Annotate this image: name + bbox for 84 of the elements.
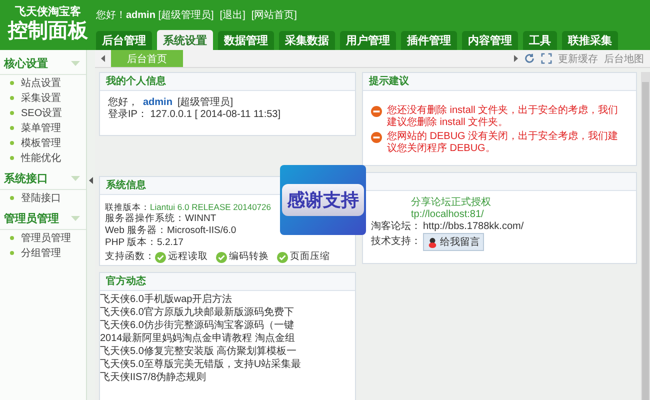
news-link[interactable]: 飞天侠5.0至尊版完美无错版，支持U站采集最	[100, 358, 355, 371]
person-icon	[427, 236, 438, 248]
toolbar-link[interactable]: 更新缓存	[558, 52, 598, 66]
sidebar-item[interactable]: 站点设置	[21, 76, 61, 90]
news-link[interactable]: 2014最新阿里妈妈淘点金申请教程 淘点金组	[100, 332, 355, 345]
warning-icon	[371, 106, 382, 117]
sidebar-item[interactable]: 分组管理	[21, 246, 61, 260]
nav-tab[interactable]: 联推采集	[562, 31, 618, 50]
login-info: 登录IP： 127.0.0.1 [ 2014-08-11 11:53]	[108, 109, 282, 121]
info-value: 5.2.17	[157, 237, 184, 249]
bullet-icon	[10, 80, 14, 84]
news-link[interactable]: 飞天侠6.0官方原版九块邮最新版源码免费下	[100, 306, 355, 319]
sidebar-group-title[interactable]: 管理员管理	[4, 211, 59, 226]
panel-title: 我的个人信息	[100, 73, 355, 91]
sidebar-item[interactable]: SEO设置	[21, 106, 62, 120]
logo-title: 控制面板	[8, 19, 88, 43]
panel-title: 官方动态	[100, 273, 355, 291]
nav-tab[interactable]: 用户管理	[340, 31, 396, 50]
right-arrow-icon[interactable]	[514, 55, 518, 62]
nav-tab[interactable]: 数据管理	[218, 31, 274, 50]
info-label: 技术支持：	[371, 236, 421, 248]
feature-label: 远程读取	[168, 251, 208, 263]
news-link[interactable]: 飞天侠IIS7/8伪静态规则	[100, 371, 355, 384]
info-link[interactable]: 分享论坛正式授权	[411, 197, 491, 209]
collapse-icon[interactable]	[89, 176, 93, 184]
check-icon	[155, 252, 166, 262]
info-value: Microsoft-IIS/6.0	[167, 225, 236, 237]
version-link[interactable]: Liantui 6.0 RELEASE 20140726	[150, 201, 271, 213]
greeting-text: 您好！admin [超级管理员]	[96, 8, 214, 22]
nav-tab[interactable]: 内容管理	[462, 31, 518, 50]
info-value: http://bbs.1788kk.com/	[423, 221, 524, 233]
info-label: 淘客论坛：	[371, 221, 421, 233]
sidebar-item[interactable]: 菜单管理	[21, 120, 61, 134]
bullet-icon	[10, 126, 14, 130]
nav-tab[interactable]: 后台管理	[96, 31, 152, 50]
fullscreen-icon[interactable]	[541, 53, 552, 64]
bullet-icon	[10, 96, 14, 100]
check-icon	[277, 252, 288, 262]
home-link[interactable]: [网站首页]	[251, 8, 297, 22]
warning-icon	[371, 132, 382, 143]
message-button[interactable]: 给我留言	[423, 233, 484, 251]
info-label: PHP 版本：	[105, 237, 158, 249]
info-label: 服务器操作系统：	[105, 213, 185, 225]
feature-label: 页面压缩	[290, 251, 330, 263]
logout-link[interactable]: [退出]	[220, 8, 246, 22]
info-label: Web 服务器：	[105, 225, 168, 237]
info-link[interactable]: tp://localhost:81/	[411, 209, 484, 221]
caret-icon	[71, 61, 80, 66]
bullet-icon	[10, 156, 14, 160]
panel-title: 提示建议	[363, 73, 636, 91]
info-label: 支持函数：	[105, 251, 155, 263]
refresh-icon[interactable]	[524, 53, 535, 64]
bullet-icon	[10, 110, 14, 114]
info-label: 联推版本：	[105, 201, 150, 213]
logo-subtitle: 飞天侠淘宝客	[15, 4, 81, 19]
sidebar-item[interactable]: 采集设置	[21, 90, 61, 104]
sidebar-item[interactable]: 性能优化	[21, 150, 61, 164]
sidebar-item[interactable]: 登陆接口	[21, 190, 61, 204]
bullet-icon	[10, 140, 14, 144]
nav-tab[interactable]: 系统设置	[157, 30, 213, 50]
nav-tab[interactable]: 采集数据	[279, 31, 335, 50]
info-value: WINNT	[185, 213, 216, 225]
sidebar-item[interactable]: 模板管理	[21, 136, 61, 150]
check-icon	[216, 252, 227, 262]
welcome-text: 您好， admin [超级管理员]	[108, 97, 234, 109]
feature-label: 编码转换	[229, 251, 269, 263]
sidebar-group-title[interactable]: 系统接口	[4, 171, 48, 186]
bullet-icon	[10, 250, 14, 254]
news-link[interactable]: 飞天侠5.0修复完整安装版 高仿聚划算模板一	[100, 345, 355, 358]
caret-icon	[71, 176, 80, 181]
news-link[interactable]: 飞天侠6.0仿步街完整源码淘宝客源码（一键	[100, 319, 355, 332]
nav-tab[interactable]: 工具	[523, 31, 557, 50]
warning-text: 您还没有删除 install 文件夹，出于安全的考虑，我们建议您删除 install 文件夹。	[387, 105, 620, 129]
sidebar-group-title[interactable]: 核心设置	[4, 56, 48, 71]
nav-tab[interactable]: 插件管理	[401, 31, 457, 50]
toolbar-link[interactable]: 后台地图	[604, 52, 644, 66]
banner-text: 感谢支持	[282, 184, 364, 216]
bullet-icon	[10, 196, 14, 200]
warning-text: 您网站的 DEBUG 没有关闭，出于安全考虑，我们建议您关闭程序 DEBUG。	[387, 131, 620, 155]
caret-icon	[71, 216, 80, 221]
bullet-icon	[10, 236, 14, 240]
news-link[interactable]: 飞天侠6.0手机版wap开启方法	[100, 293, 355, 306]
sidebar-item[interactable]: 管理员管理	[21, 230, 71, 244]
left-arrow-icon[interactable]	[101, 55, 105, 62]
